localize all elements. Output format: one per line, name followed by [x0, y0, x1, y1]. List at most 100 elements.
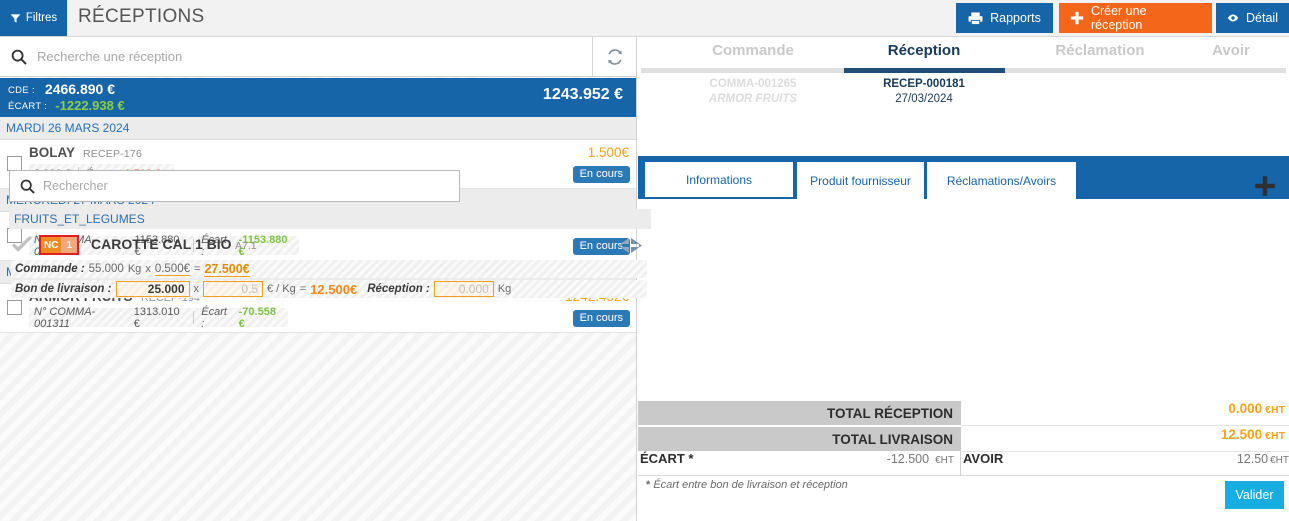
- bl-multiply: x: [193, 283, 200, 295]
- nc-badge[interactable]: NC 1: [39, 235, 80, 255]
- check-icon[interactable]: [11, 236, 33, 254]
- reception-unit: Kg: [497, 283, 512, 295]
- footnote: * Écart entre bon de livraison et récept…: [646, 479, 848, 491]
- tab-reclamation[interactable]: Réclamation: [1000, 42, 1200, 78]
- avoir-cell: AVOIR 12.50 €HT: [963, 451, 1289, 476]
- avoir-unit: €HT: [1270, 455, 1289, 466]
- refresh-icon: [608, 48, 622, 65]
- tab-avoir[interactable]: Avoir: [1176, 42, 1286, 78]
- commande-multiply: x: [145, 263, 151, 275]
- total-reception-row: TOTAL RÉCEPTION 0.000 €HT: [638, 401, 1289, 426]
- status-badge: En cours: [572, 310, 630, 327]
- filters-button[interactable]: Filtres: [0, 0, 67, 36]
- search-input[interactable]: [37, 49, 592, 64]
- row-amount: 1313.010 €: [133, 305, 180, 330]
- total-reception-label: TOTAL RÉCEPTION: [638, 401, 961, 426]
- detail-label: Détail: [1246, 11, 1278, 25]
- commande-qty: 55.000: [88, 263, 124, 275]
- filters-label: Filtres: [25, 12, 58, 24]
- ecart-cell: ÉCART * -12.500 €HT: [640, 451, 961, 476]
- top-bar: Filtres RÉCEPTIONS Rapports Créer une ré…: [0, 0, 1289, 37]
- product-search-input[interactable]: [43, 179, 459, 193]
- reception-search-bar: [0, 37, 636, 77]
- create-reception-label: Créer une réception: [1090, 4, 1147, 32]
- detail-button[interactable]: Détail: [1216, 3, 1289, 33]
- avoir-value: 12.50: [1236, 452, 1269, 466]
- reports-label: Rapports: [990, 11, 1041, 25]
- total-reception-unit: €HT: [1265, 404, 1285, 416]
- cde-value: 2466.890 €: [44, 81, 115, 97]
- avoir-label: AVOIR: [963, 451, 1004, 466]
- eye-icon: [1227, 14, 1239, 22]
- total-livraison-row: TOTAL LIVRAISON 12.500 €HT: [638, 427, 1289, 452]
- tab-produit-fournisseur[interactable]: Produit fournisseur: [796, 161, 925, 199]
- search-icon: [20, 179, 35, 194]
- reception-qty-input[interactable]: 0.000: [433, 281, 494, 297]
- tab-commande[interactable]: Commande: [642, 42, 864, 78]
- summary-total: 1243.952 €: [542, 86, 623, 103]
- row-ecart-label: Écart :: [201, 305, 227, 330]
- row-details: N° COMMA-001311 1313.010 € Écart : -70.5…: [29, 305, 288, 330]
- ecart-label: ÉCART *: [640, 451, 694, 466]
- nc-count: 1: [61, 237, 78, 253]
- commande-label: Commande :: [15, 263, 85, 275]
- funnel-icon: [10, 13, 21, 23]
- commande-equals: =: [194, 263, 201, 275]
- bon-livraison-line: Bon de livraison : 25.000 x 0.5 € / Kg =…: [11, 280, 647, 298]
- total-livraison-value-cell: 12.500 €HT: [962, 427, 1289, 452]
- ecart-avoir-row: ÉCART * -12.500 €HT AVOIR 12.50 €HT: [638, 451, 1289, 476]
- nc-label: NC: [41, 237, 62, 253]
- day-group-header: MARDI 26 MARS 2024: [0, 117, 636, 140]
- active-tab-indicator: [844, 68, 1005, 73]
- row-checkbox[interactable]: [7, 300, 22, 315]
- bl-label: Bon de livraison :: [15, 283, 112, 295]
- summary-header: CDE : 2466.890 € ÉCART : -1222.938 € 124…: [0, 78, 636, 117]
- commande-price: 0.500€: [154, 262, 190, 276]
- reception-date: 27/03/2024: [895, 93, 953, 105]
- product-row: NC 1 CAROTTE CAL 1 BIO A7.1 Commande : 5…: [9, 232, 651, 298]
- row-checkbox[interactable]: [7, 156, 22, 171]
- total-livraison-label: TOTAL LIVRAISON: [638, 427, 961, 452]
- reception-label: Réception :: [367, 283, 430, 295]
- refresh-button[interactable]: [592, 37, 636, 77]
- bl-total: 12.500€: [310, 281, 358, 297]
- category-header: FRUITS_ET_LEGUMES: [9, 209, 651, 229]
- row-order-number: N° COMMA-001311: [34, 305, 96, 330]
- product-name: CAROTTE CAL 1 BIO: [91, 236, 232, 252]
- search-icon: [11, 49, 27, 65]
- plus-icon: [1070, 11, 1084, 25]
- ecart-key: ÉCART :: [8, 101, 48, 112]
- ecart-value: -1222.938 €: [55, 98, 125, 113]
- bl-qty-input[interactable]: 25.000: [115, 281, 190, 297]
- bl-price-input[interactable]: 0.5: [203, 281, 263, 297]
- footnote-text: Écart entre bon de livraison et réceptio…: [653, 479, 848, 491]
- tab-subinfo: COMMA-001265 ARMOR FRUITS RECEP-000181 2…: [638, 77, 1289, 113]
- reception-ref: RECEP-176: [83, 148, 142, 160]
- main-tabs: Commande Réception Réclamation Avoir: [638, 37, 1289, 78]
- reports-button[interactable]: Rapports: [956, 3, 1053, 33]
- product-code: A7.1: [235, 240, 257, 252]
- bl-equals: =: [299, 283, 307, 295]
- total-livraison-unit: €HT: [1265, 430, 1285, 442]
- status-badge: En cours: [572, 166, 630, 183]
- reception-ref-detail: RECEP-000181: [883, 78, 965, 90]
- swap-arrows-icon[interactable]: [617, 236, 643, 256]
- commande-line: Commande : 55.000 Kg x 0.500€ = 27.500€: [11, 260, 647, 278]
- row-total: 1.500€: [587, 145, 629, 160]
- create-reception-button[interactable]: Créer une réception: [1059, 3, 1212, 33]
- bl-unit: € / Kg: [267, 283, 296, 295]
- sub-tab-strip: Informations Produit fournisseur Réclama…: [638, 156, 1289, 199]
- footnote-star: *: [646, 479, 651, 491]
- add-product-button[interactable]: [1249, 170, 1281, 202]
- validate-button[interactable]: Valider: [1225, 481, 1284, 509]
- cde-key: CDE :: [8, 85, 35, 96]
- tab-informations[interactable]: Informations: [643, 160, 795, 199]
- commande-ref: COMMA-001265: [709, 78, 797, 90]
- total-reception-value: 0.000: [1228, 401, 1263, 416]
- plus-icon: [1255, 176, 1275, 196]
- row-ecart-value: -70.558 €: [238, 305, 276, 330]
- tab-reclamations-avoirs[interactable]: Réclamations/Avoirs: [926, 161, 1077, 199]
- commande-total: 27.500€: [204, 261, 250, 277]
- ecart-value: -12.500: [886, 452, 930, 466]
- app-root: Filtres RÉCEPTIONS Rapports Créer une ré…: [0, 0, 1289, 521]
